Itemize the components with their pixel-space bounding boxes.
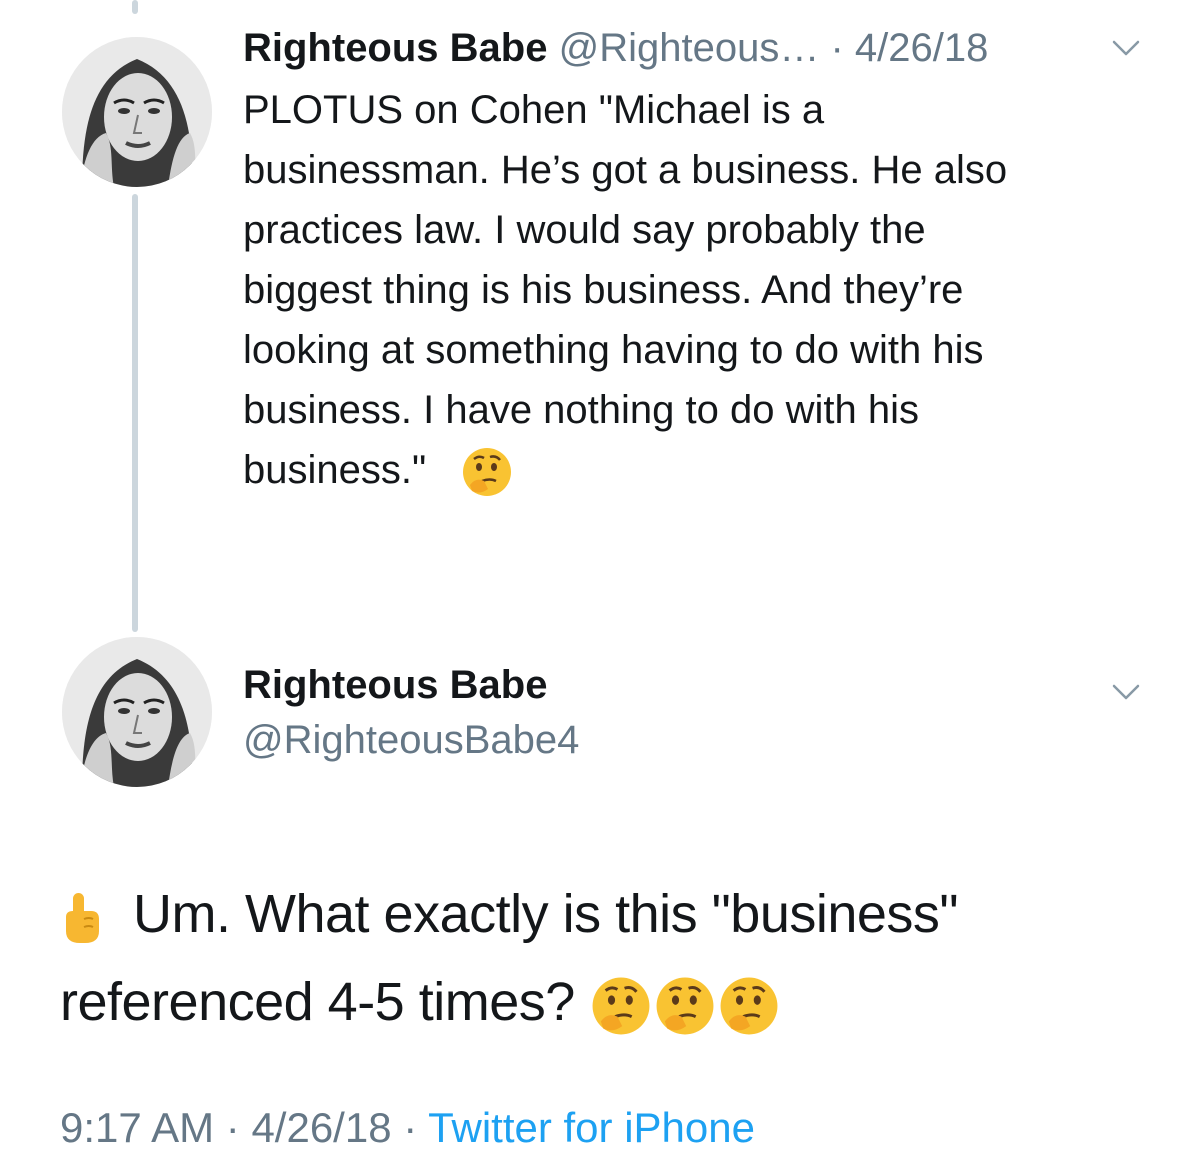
thinking-face-icon: [460, 445, 514, 499]
thinking-face-icon: [653, 974, 717, 1038]
display-name[interactable]: Righteous Babe: [243, 660, 547, 710]
separator-dot: ·: [391, 1104, 429, 1151]
tweet-text-line: business.": [243, 448, 427, 492]
parent-tweet-text: PLOTUS on Cohen "Michael is a businessma…: [243, 80, 1153, 500]
handle[interactable]: @Righteous…: [559, 26, 820, 70]
tweet-text-line: biggest thing is his business. And they’…: [243, 268, 964, 312]
chevron-down-icon[interactable]: [1112, 683, 1140, 701]
tweet-text-line: Um. What exactly is this "business": [60, 870, 1160, 958]
thinking-face-icon: [717, 974, 781, 1038]
tweet-source-link[interactable]: Twitter for iPhone: [428, 1104, 755, 1151]
handle[interactable]: @RighteousBabe4: [243, 715, 579, 765]
pointing-up-icon: [60, 889, 104, 947]
tweet-date: 4/26/18: [251, 1104, 392, 1151]
display-name[interactable]: Righteous Babe: [243, 26, 547, 70]
tweet-text-segment: referenced 4-5 times?: [60, 972, 575, 1032]
main-tweet-text: Um. What exactly is this "business" refe…: [60, 870, 1160, 1046]
tweet-text-line: businessman. He’s got a business. He als…: [243, 148, 1008, 192]
avatar[interactable]: [62, 37, 212, 187]
tweet-text-line: practices law. I would say probably the: [243, 208, 926, 252]
tweet-text-line: looking at something having to do with h…: [243, 328, 984, 372]
thread-connector-top: [132, 0, 138, 14]
tweet-text-segment: Um. What exactly is this "business": [133, 884, 959, 944]
thread-connector: [132, 194, 138, 632]
tweet-meta: 9:17 AM · 4/26/18 · Twitter for iPhone: [60, 1102, 755, 1154]
tweet-text-line: business. I have nothing to do with his: [243, 388, 919, 432]
tweet-time: 9:17 AM: [60, 1104, 215, 1151]
separator-dot: ·: [214, 1104, 252, 1151]
tweet-text-line: referenced 4-5 times?: [60, 958, 1160, 1046]
tweet-date[interactable]: 4/26/18: [855, 26, 988, 70]
tweet-text-line-last: business.": [243, 440, 1153, 500]
parent-tweet-header: Righteous Babe @Righteous… · 4/26/18: [243, 22, 1143, 74]
separator-dot: ·: [819, 26, 855, 70]
avatar[interactable]: [62, 637, 212, 787]
avatar-portrait-image: [62, 37, 212, 187]
thinking-face-icon: [589, 974, 653, 1038]
avatar-portrait-image: [62, 637, 212, 787]
chevron-down-icon[interactable]: [1112, 39, 1140, 57]
tweet-text-line: PLOTUS on Cohen "Michael is a: [243, 88, 825, 132]
